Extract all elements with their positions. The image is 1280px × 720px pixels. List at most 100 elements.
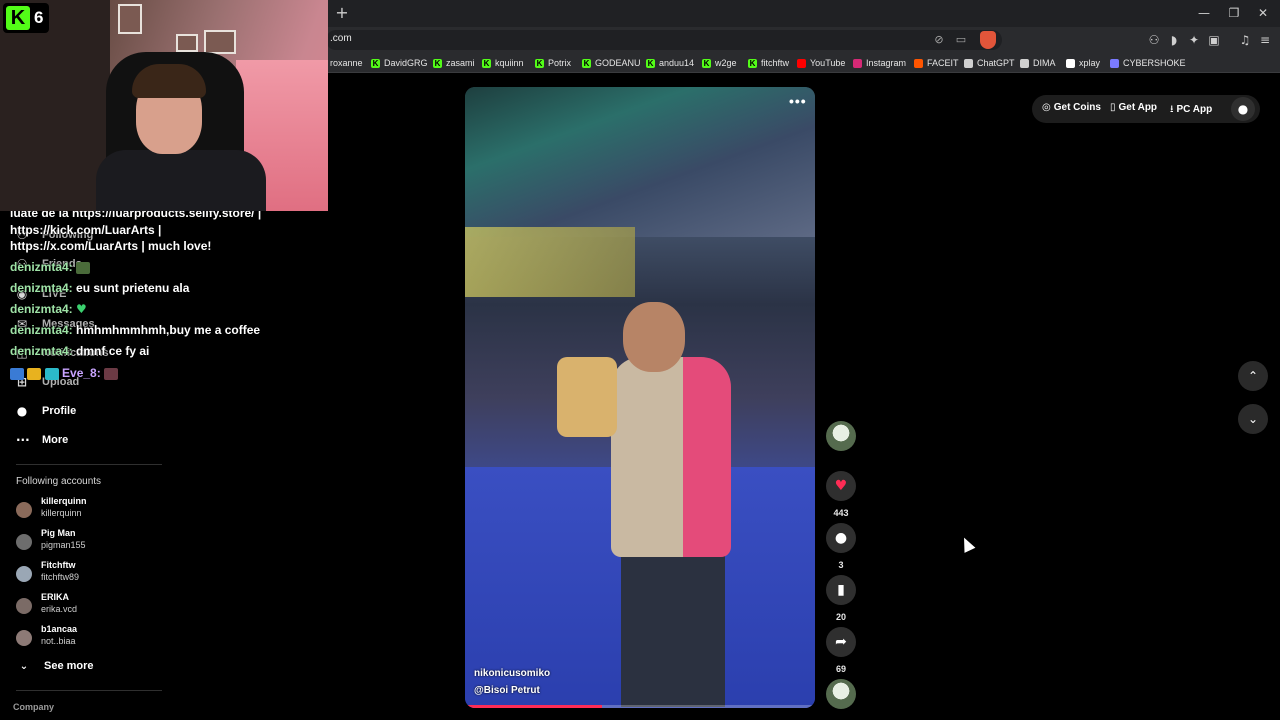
creator-avatar-button[interactable] bbox=[826, 421, 856, 451]
bookmark-roxanne[interactable]: roxanne bbox=[330, 56, 363, 70]
video-scene-roof bbox=[465, 87, 815, 237]
media-icon[interactable]: ♫ bbox=[1237, 32, 1253, 48]
bookmark-label: YouTube bbox=[810, 58, 846, 68]
bookmark-youtube[interactable]: YouTube bbox=[797, 56, 845, 70]
bookmark-dima[interactable]: DIMA bbox=[1020, 56, 1056, 70]
url-text[interactable]: .com bbox=[330, 33, 352, 44]
bookmark-anduu14[interactable]: Kanduu14 bbox=[646, 56, 694, 70]
bookmark-label: anduu14 bbox=[659, 58, 695, 68]
sidebar-divider bbox=[16, 464, 162, 465]
chat-text: https://kick.com/LuarArts | bbox=[10, 223, 162, 237]
bookmark-davidgrg[interactable]: K DavidGRG bbox=[371, 56, 428, 70]
bookmark-cybershoke[interactable]: CYBERSHOKE bbox=[1110, 56, 1186, 70]
chevron-down-icon: ⌄ bbox=[1247, 412, 1259, 426]
like-button[interactable]: ♥ 443 bbox=[826, 471, 856, 518]
kick-icon: K bbox=[748, 58, 757, 68]
kick-icon: K bbox=[582, 58, 591, 68]
video-sound[interactable]: @Bisoi Petrut bbox=[474, 685, 540, 696]
video-username[interactable]: nikonicusomiko bbox=[474, 668, 550, 679]
share-button[interactable]: ➦ 69 bbox=[826, 627, 856, 674]
bookmark-godeanu[interactable]: K GODEANU bbox=[582, 56, 641, 70]
comment-count: 3 bbox=[838, 560, 844, 570]
bookmark-label: GODEANU bbox=[595, 58, 641, 68]
profile-avatar-button[interactable]: ● bbox=[1231, 97, 1255, 121]
youtube-icon bbox=[797, 58, 806, 68]
cast-icon[interactable]: ▭ bbox=[954, 33, 968, 47]
avatar bbox=[16, 566, 32, 582]
avatar bbox=[16, 502, 32, 518]
bookmark-kquiinn[interactable]: Kkquiinn bbox=[482, 56, 524, 70]
bookmark-label: roxanne bbox=[330, 58, 363, 68]
video-player[interactable]: ••• nikonicusomiko @Bisoi Petrut bbox=[465, 87, 815, 708]
get-coins-button[interactable]: ◎ Get Coins bbox=[1042, 102, 1101, 113]
bookmark-instagram[interactable]: Instagram bbox=[853, 56, 906, 70]
bookmark-fitchftw[interactable]: Kfitchftw bbox=[748, 56, 789, 70]
comment-icon: ● bbox=[826, 523, 856, 553]
chat-text: dmnf ce fy ai bbox=[76, 344, 150, 358]
get-coins-label: Get Coins bbox=[1053, 102, 1101, 113]
top-actions-bar: ◎ Get Coins ▯ Get App ⭳ PC App bbox=[1032, 95, 1260, 123]
video-person-jacket bbox=[611, 357, 731, 557]
new-tab-button[interactable]: + bbox=[334, 5, 350, 21]
get-app-button[interactable]: ▯ Get App bbox=[1110, 102, 1157, 113]
chat-text: hmhmhmmhmh,buy me a coffee bbox=[76, 323, 261, 337]
bookmark-label: CYBERSHOKE bbox=[1123, 58, 1186, 68]
pc-app-button[interactable]: ⭳ PC App bbox=[1170, 102, 1212, 119]
bookmark-chatgpt[interactable]: ChatGPT bbox=[964, 56, 1015, 70]
kick-icon: K bbox=[433, 58, 442, 68]
bookmark-xplay[interactable]: xplay bbox=[1066, 56, 1100, 70]
maximize-button[interactable]: ❐ bbox=[1225, 5, 1243, 21]
chat-message: denizmta4: hmhmhmmhmh,buy me a coffee bbox=[10, 320, 260, 341]
bookmark-faceit[interactable]: FACEIT bbox=[914, 56, 959, 70]
sound-disc-icon bbox=[826, 679, 856, 709]
wall-frame bbox=[204, 30, 236, 54]
close-window-button[interactable]: ✕ bbox=[1254, 5, 1272, 21]
chatgpt-icon bbox=[964, 58, 973, 68]
video-progress-bar[interactable] bbox=[465, 705, 815, 708]
account-handle: fitchftw89 bbox=[41, 572, 80, 582]
sidebar-icon[interactable]: ▣ bbox=[1206, 32, 1222, 48]
bookmark-zasami[interactable]: Kzasami bbox=[433, 56, 475, 70]
minimize-button[interactable]: — bbox=[1195, 5, 1213, 21]
bookmark-potrix[interactable]: K Potrix bbox=[535, 56, 571, 70]
pc-app-label: PC App bbox=[1176, 104, 1213, 115]
chevron-up-icon: ⌃ bbox=[1247, 369, 1259, 383]
account-name: Pig Man bbox=[41, 528, 76, 538]
mute-site-icon[interactable]: ⊘ bbox=[932, 33, 946, 47]
wall-frame bbox=[118, 4, 142, 34]
download-icon: ⭳ bbox=[1170, 104, 1174, 115]
next-video-button[interactable]: ⌄ bbox=[1238, 404, 1268, 434]
brave-shield-icon[interactable] bbox=[980, 31, 996, 49]
globe-icon bbox=[1020, 58, 1029, 68]
more-icon: ··· bbox=[16, 433, 30, 447]
bookmark-label: fitchftw bbox=[761, 58, 790, 68]
sound-disc-button[interactable] bbox=[826, 679, 856, 709]
vpn-icon[interactable]: ⚇ bbox=[1146, 32, 1162, 48]
company-section-title: Company bbox=[13, 702, 55, 712]
extensions-icon[interactable]: ✦ bbox=[1186, 32, 1202, 48]
previous-video-button[interactable]: ⌃ bbox=[1238, 361, 1268, 391]
account-handle: erika.vcd bbox=[41, 604, 78, 614]
viewer-count: 6 bbox=[34, 8, 44, 27]
wallet-icon[interactable]: ◗ bbox=[1166, 32, 1182, 48]
menu-icon[interactable]: ≡ bbox=[1257, 32, 1273, 48]
account-name: ERIKA bbox=[41, 592, 70, 602]
save-button[interactable]: ▮ 20 bbox=[826, 575, 856, 622]
chat-message: https://x.com/LuarArts | much love! bbox=[10, 236, 211, 257]
nav-more[interactable]: ··· More bbox=[16, 430, 68, 450]
following-accounts-title: Following accounts bbox=[16, 476, 102, 487]
address-bar[interactable]: .com ⊘ ▭ bbox=[326, 30, 1002, 50]
nav-profile[interactable]: ● Profile bbox=[16, 401, 76, 421]
chevron-down-icon: ⌄ bbox=[19, 660, 29, 672]
comment-button[interactable]: ● 3 bbox=[826, 523, 856, 570]
streamer-hair bbox=[132, 64, 206, 98]
bookmark-icon: ▮ bbox=[826, 575, 856, 605]
bookmark-label: w2ge bbox=[715, 58, 737, 68]
account-name: killerquinn bbox=[41, 496, 87, 506]
bookmark-w2ge[interactable]: Kw2ge bbox=[702, 56, 737, 70]
video-more-options-icon[interactable]: ••• bbox=[789, 93, 807, 109]
see-more-button[interactable]: ⌄ See more bbox=[18, 656, 94, 676]
chat-message: denizmta4: bbox=[10, 257, 91, 278]
kick-icon: K bbox=[535, 58, 544, 68]
video-person-legs bbox=[621, 547, 725, 707]
